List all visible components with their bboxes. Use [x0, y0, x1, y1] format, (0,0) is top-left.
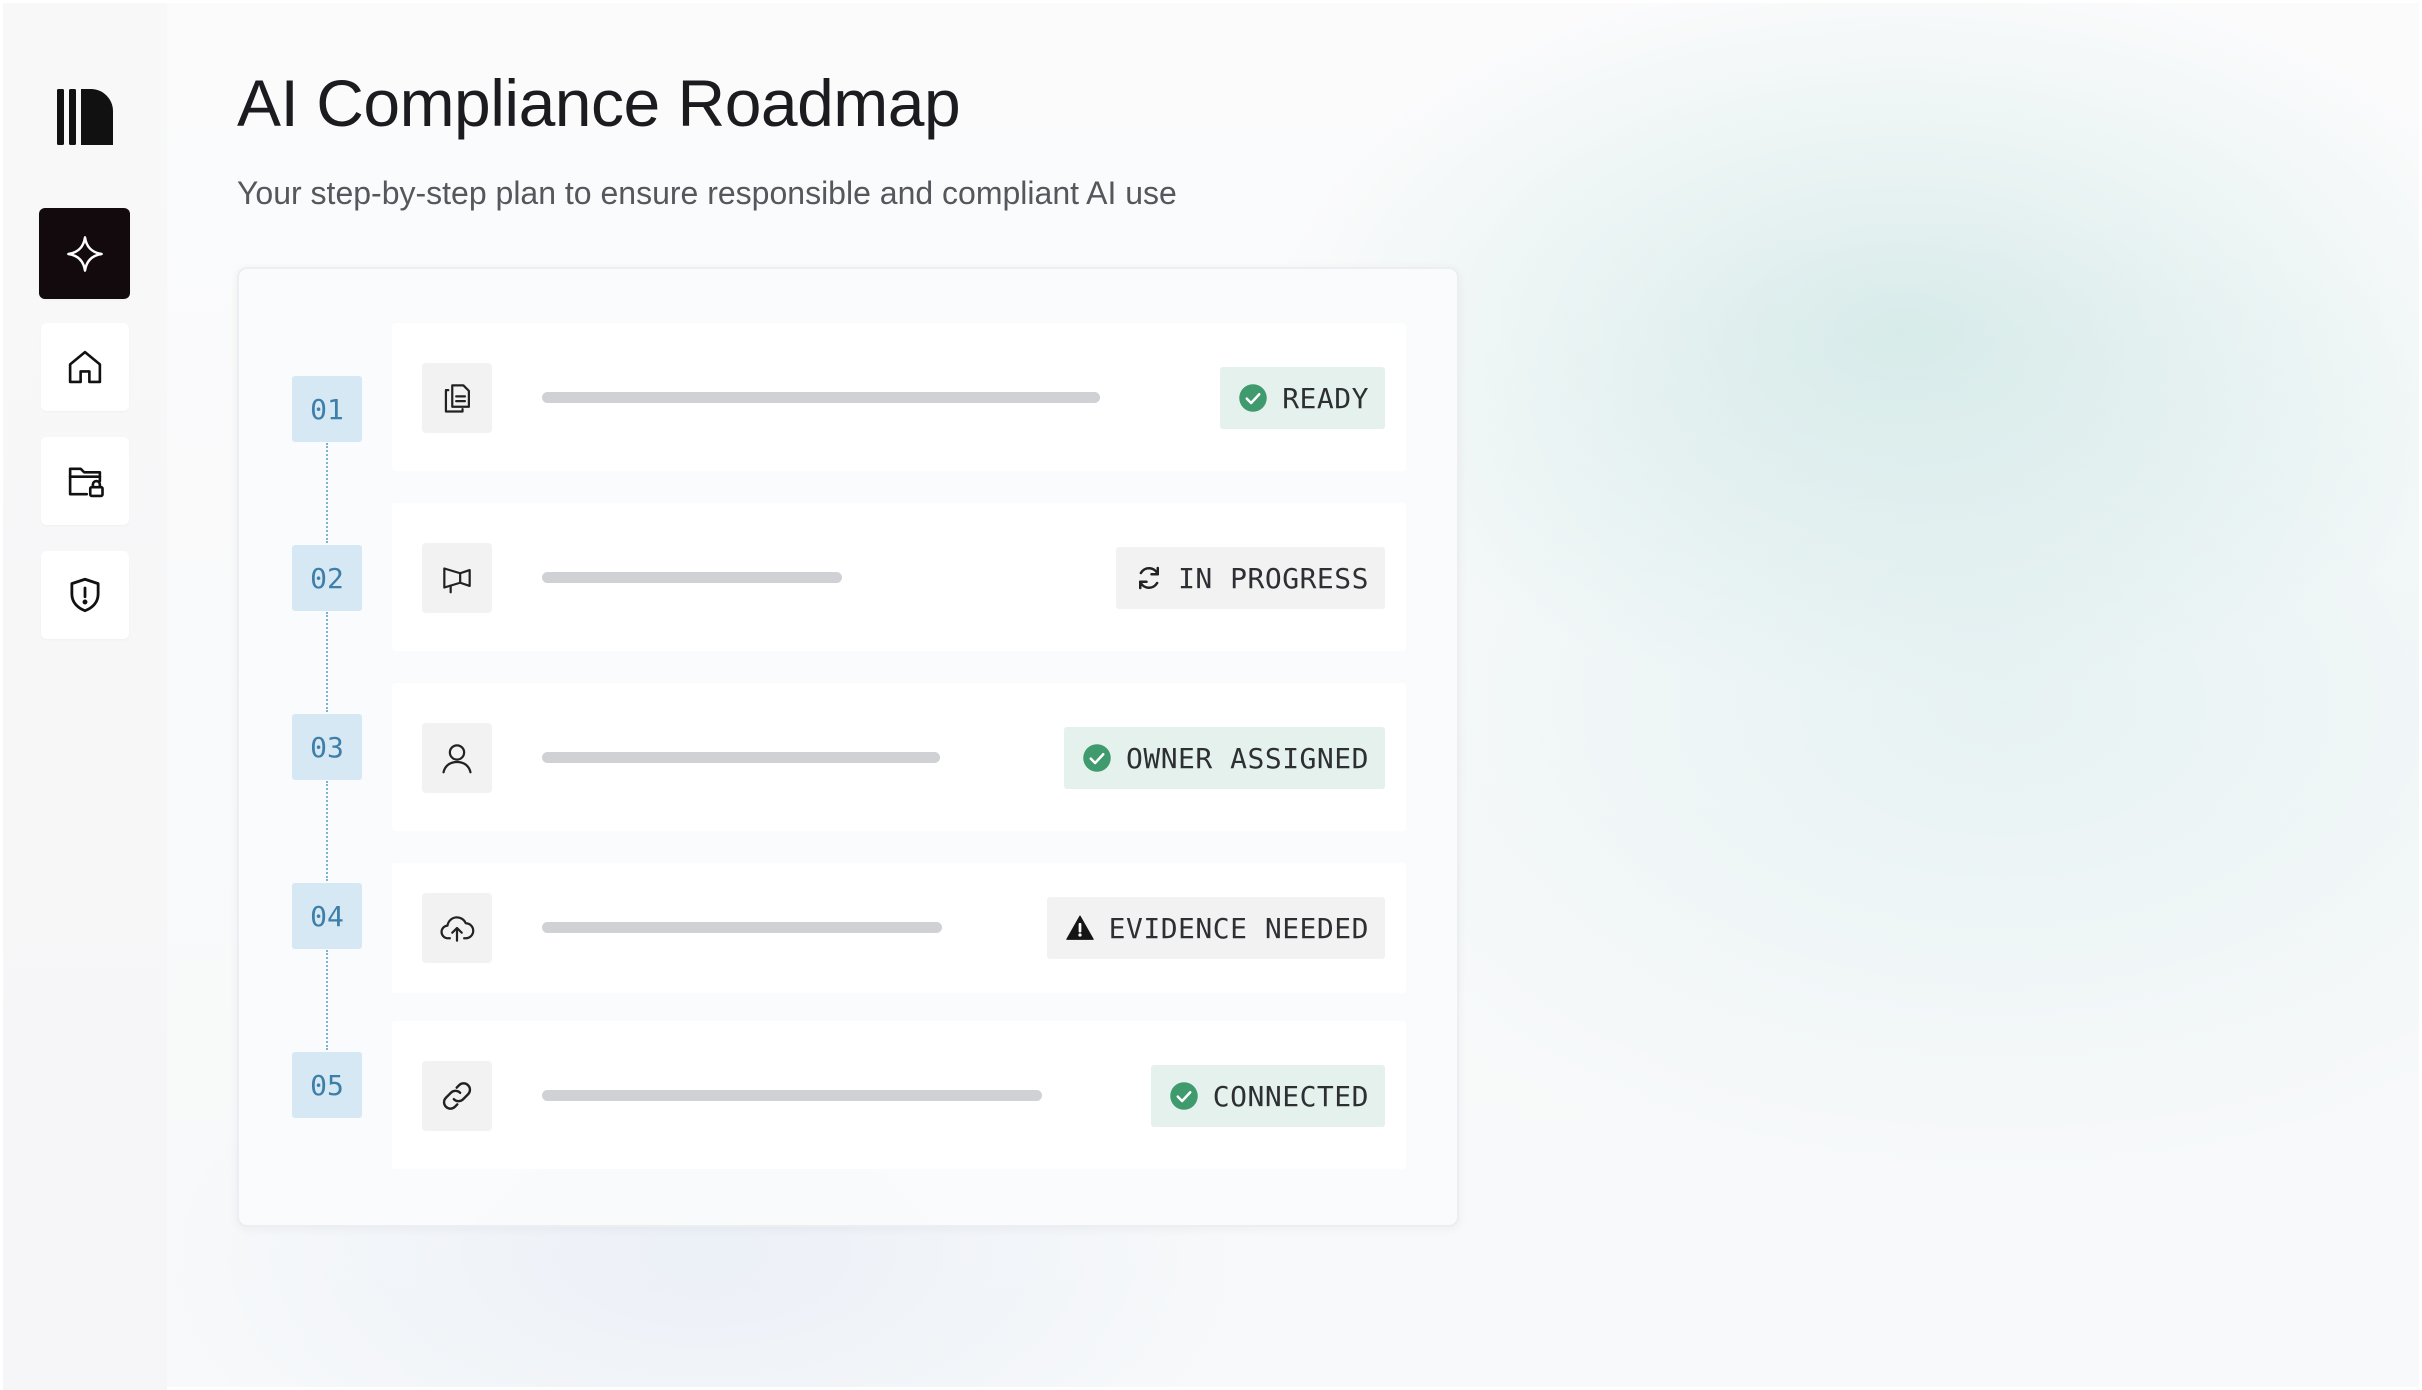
- brand-logo-icon: [57, 89, 113, 145]
- home-icon: [68, 350, 102, 384]
- step-title-placeholder: [542, 752, 940, 763]
- nav-secure-files-button[interactable]: [41, 437, 129, 525]
- sparkle-icon: [66, 235, 103, 272]
- step-title-placeholder: [542, 922, 942, 933]
- step-number: 04: [292, 883, 362, 949]
- warning-icon: [1065, 915, 1094, 940]
- status-badge: IN PROGRESS: [1116, 547, 1385, 609]
- step-title-placeholder: [542, 392, 1100, 403]
- step-title-placeholder: [542, 1090, 1042, 1101]
- step-title-placeholder: [542, 572, 842, 583]
- roadmap-step-row[interactable]: CONNECTED: [392, 1021, 1406, 1169]
- step-icon-tile: [422, 363, 492, 433]
- sidebar: [3, 3, 167, 1390]
- shield-alert-icon: [70, 577, 100, 613]
- folder-lock-icon: [68, 467, 104, 498]
- step-number: 02: [292, 545, 362, 611]
- status-label: IN PROGRESS: [1178, 561, 1369, 595]
- status-label: CONNECTED: [1212, 1079, 1369, 1113]
- roadmap-step-row[interactable]: OWNER ASSIGNED: [392, 683, 1406, 831]
- status-badge: READY: [1220, 367, 1385, 429]
- check-circle-icon: [1083, 744, 1111, 772]
- timeline-connector: [326, 781, 328, 881]
- link-icon: [442, 1082, 472, 1110]
- step-number: 03: [292, 714, 362, 780]
- status-label: EVIDENCE NEEDED: [1108, 911, 1369, 945]
- step-number: 01: [292, 376, 362, 442]
- roadmap-step-row[interactable]: IN PROGRESS: [392, 503, 1406, 651]
- nav-ai-assistant-button[interactable]: [39, 208, 130, 299]
- roadmap-step-row[interactable]: READY: [392, 323, 1406, 471]
- status-label: OWNER ASSIGNED: [1125, 741, 1369, 775]
- step-number: 05: [292, 1052, 362, 1118]
- status-badge: CONNECTED: [1150, 1065, 1385, 1127]
- page-subtitle: Your step-by-step plan to ensure respons…: [237, 175, 1177, 211]
- check-circle-icon: [1170, 1082, 1198, 1110]
- step-icon-tile: [422, 893, 492, 963]
- roadmap-step-row[interactable]: EVIDENCE NEEDED: [392, 863, 1406, 993]
- page-title: AI Compliance Roadmap: [237, 66, 961, 140]
- status-badge: EVIDENCE NEEDED: [1046, 897, 1385, 959]
- cloud-upload-icon: [440, 916, 475, 942]
- step-icon-tile: [422, 723, 492, 793]
- status-badge: OWNER ASSIGNED: [1063, 727, 1385, 789]
- refresh-icon: [1139, 566, 1160, 590]
- timeline-connector: [326, 612, 328, 712]
- status-label: READY: [1282, 381, 1369, 415]
- nav-home-button[interactable]: [41, 323, 129, 411]
- check-circle-icon: [1239, 384, 1267, 412]
- megaphone-icon: [443, 567, 471, 594]
- document-copy-icon: [444, 384, 470, 413]
- nav-shield-button[interactable]: [41, 551, 129, 639]
- app-window: AI Compliance Roadmap Your step-by-step …: [0, 0, 2422, 1390]
- step-icon-tile: [422, 543, 492, 613]
- user-icon: [442, 744, 472, 774]
- timeline-connector: [326, 443, 328, 543]
- step-icon-tile: [422, 1061, 492, 1131]
- timeline-connector: [326, 950, 328, 1050]
